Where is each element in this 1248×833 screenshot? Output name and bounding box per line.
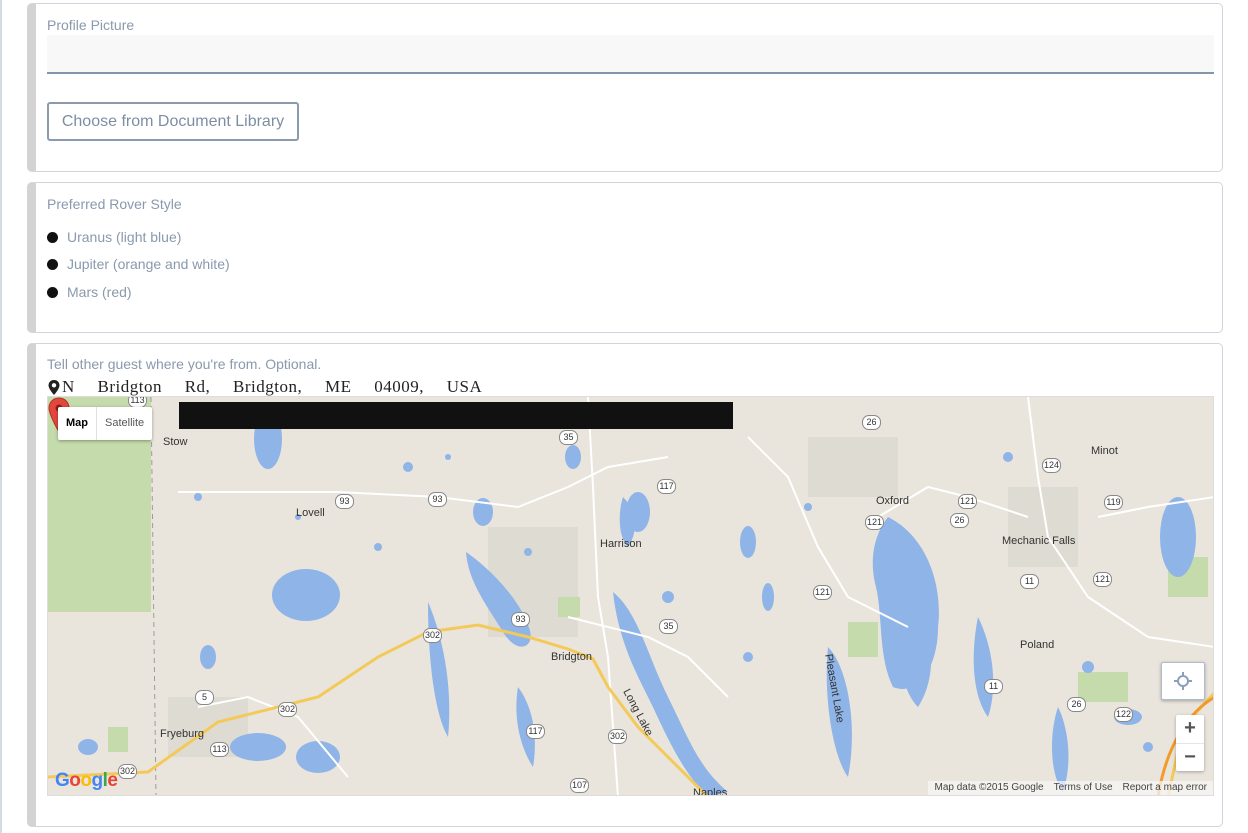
route-shield: 122 <box>1114 707 1133 722</box>
route-shield: 26 <box>1067 697 1086 712</box>
redacted-bar <box>179 402 733 429</box>
radio-button[interactable] <box>47 231 58 243</box>
map-type-map-button[interactable]: Map <box>58 407 97 440</box>
map-label-poland: Poland <box>1020 639 1055 651</box>
route-shield: 121 <box>958 494 977 509</box>
map-label-bridgton: Bridgton <box>551 651 592 663</box>
map-tiles <box>48 397 1213 795</box>
zoom-in-button[interactable]: + <box>1176 715 1204 744</box>
crosshair-icon <box>1174 672 1192 690</box>
route-shield: 26 <box>862 415 881 430</box>
map-label-mechanic-falls: Mechanic Falls <box>1002 535 1076 547</box>
google-logo: Google <box>55 770 118 791</box>
route-shield: 302 <box>118 764 137 779</box>
map-view[interactable]: Stow Lovell Harrison Bridgton Fryeburg O… <box>47 396 1214 796</box>
route-shield: 93 <box>511 612 530 627</box>
map-label-stow: Stow <box>163 436 188 448</box>
terms-of-use-link[interactable]: Terms of Use <box>1054 781 1113 795</box>
rover-option-label: Uranus (light blue) <box>67 229 182 245</box>
route-shield: 35 <box>659 619 678 634</box>
address-text: N Bridgton Rd, Bridgton, ME 04009, USA <box>62 377 483 396</box>
route-shield: 35 <box>559 430 578 445</box>
route-shield: 302 <box>608 729 627 744</box>
map-label-oxford: Oxford <box>876 495 910 507</box>
route-shield: 121 <box>1093 572 1112 587</box>
route-shield: 11 <box>1020 574 1039 589</box>
map-label-fryeburg: Fryeburg <box>160 728 205 740</box>
route-shield: 117 <box>526 724 545 739</box>
profile-picture-card: Profile Picture Choose from Document Lib… <box>27 3 1223 172</box>
map-marker-icon <box>48 379 60 395</box>
location-card: Tell other guest where you're from. Opti… <box>27 343 1223 827</box>
route-shield: 93 <box>428 492 447 507</box>
profile-picture-field[interactable] <box>47 35 1214 74</box>
route-shield: 302 <box>278 702 297 717</box>
map-label-minot: Minot <box>1091 445 1118 457</box>
radio-button[interactable] <box>47 258 58 270</box>
radio-button[interactable] <box>47 286 58 298</box>
route-shield: 5 <box>195 690 214 705</box>
zoom-out-button[interactable]: − <box>1176 744 1204 772</box>
map-data-text: Map data ©2015 Google <box>934 782 1044 793</box>
zoom-control: + − <box>1176 715 1204 771</box>
route-shield: 121 <box>865 515 884 530</box>
route-shield: 119 <box>1104 495 1123 510</box>
rover-style-card: Preferred Rover Style Uranus (light blue… <box>27 182 1223 333</box>
rover-option-label: Mars (red) <box>67 284 132 300</box>
rover-option-uranus[interactable]: Uranus (light blue) <box>47 227 181 247</box>
map-label-naples: Naples <box>693 787 728 796</box>
map-label-harrison: Harrison <box>600 538 642 550</box>
route-shield: 302 <box>423 628 442 643</box>
map-type-control: Map Satellite <box>58 407 153 440</box>
rover-option-label: Jupiter (orange and white) <box>67 256 230 272</box>
profile-picture-label: Profile Picture <box>47 17 135 33</box>
route-shield: 107 <box>570 778 589 793</box>
route-shield: 93 <box>335 494 354 509</box>
map-type-satellite-button[interactable]: Satellite <box>97 407 152 440</box>
route-shield: 117 <box>657 479 676 494</box>
address-row: N Bridgton Rd, Bridgton, ME 04009, USA <box>47 377 482 397</box>
location-label: Tell other guest where you're from. Opti… <box>47 356 322 372</box>
route-shield: 113 <box>210 742 229 757</box>
route-shield: 26 <box>950 513 969 528</box>
route-shield: 121 <box>813 585 832 600</box>
rover-style-label: Preferred Rover Style <box>47 196 182 212</box>
report-map-error-link[interactable]: Report a map error <box>1123 781 1207 795</box>
rover-option-mars[interactable]: Mars (red) <box>47 282 132 302</box>
route-shield: 124 <box>1042 458 1061 473</box>
page-left-rule <box>0 0 2 833</box>
my-location-button[interactable] <box>1161 662 1205 700</box>
rover-option-jupiter[interactable]: Jupiter (orange and white) <box>47 254 230 274</box>
choose-document-library-button[interactable]: Choose from Document Library <box>47 102 299 141</box>
map-attribution: Map data ©2015 Google Terms of Use Repor… <box>928 781 1213 795</box>
route-shield: 11 <box>984 679 1003 694</box>
map-label-lovell: Lovell <box>296 507 325 519</box>
